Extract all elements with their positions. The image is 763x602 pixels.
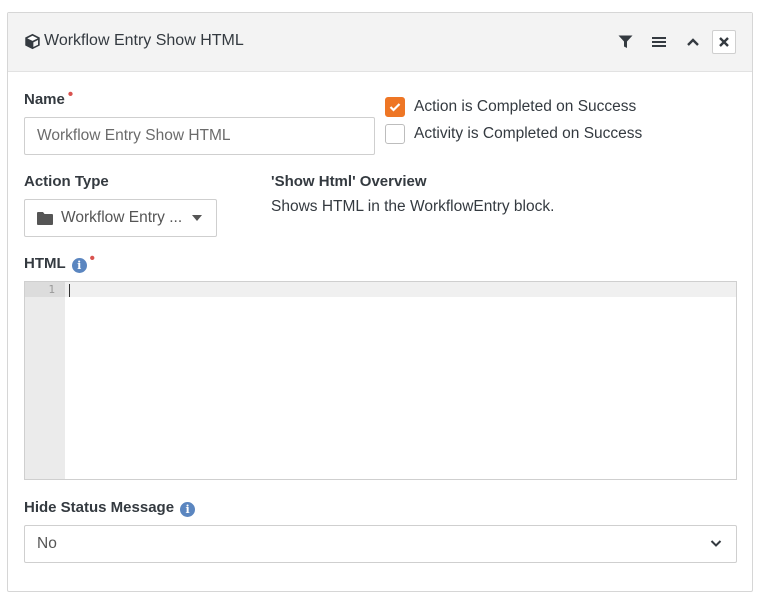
close-icon [719,37,729,47]
overview-title: 'Show Html' Overview [271,173,427,190]
info-icon[interactable]: i [180,502,196,517]
html-label-text: HTML [24,255,66,272]
action-type-dropdown[interactable]: Workflow Entry ... [24,199,217,237]
menu-icon [652,37,666,47]
workflow-action-panel: Workflow Entry Show HTML Name • Workflow… [7,12,753,592]
info-icon[interactable]: i [71,258,87,273]
line-number: 1 [48,283,55,296]
html-label: HTML i • [24,250,95,273]
hide-status-label-text: Hide Status Message [24,499,175,516]
cube-icon [25,33,40,50]
panel-header: Workflow Entry Show HTML [8,13,752,72]
action-type-value: Workflow Entry ... [61,209,183,226]
action-type-label: Action Type [24,173,109,190]
name-input[interactable]: Workflow Entry Show HTML [24,117,375,155]
required-indicator: • [89,250,95,267]
name-label-text: Name [24,91,65,108]
name-label: Name • [24,86,73,108]
active-line-highlight [25,282,736,297]
chevron-down-icon [710,540,722,547]
folder-icon [37,211,53,225]
activity-completed-checkbox-row[interactable]: Activity is Completed on Success [385,124,642,144]
caret-down-icon [192,215,203,221]
name-input-value: Workflow Entry Show HTML [37,127,231,144]
editor-gutter [25,282,65,479]
hide-status-select[interactable]: No [24,525,737,563]
collapse-button[interactable] [681,30,705,54]
close-button[interactable] [712,30,736,54]
overview-description: Shows HTML in the WorkflowEntry block. [271,198,555,215]
chevron-up-icon [687,38,699,46]
html-code-editor[interactable]: 1 [24,281,737,480]
text-cursor [69,284,70,297]
action-completed-label: Action is Completed on Success [414,98,637,115]
panel-title: Workflow Entry Show HTML [44,32,244,49]
activity-completed-checkbox[interactable] [385,124,405,144]
hide-status-value: No [37,535,57,552]
action-completed-checkbox[interactable] [385,97,405,117]
menu-button[interactable] [647,30,671,54]
hide-status-label: Hide Status Message i [24,499,196,517]
check-icon [389,103,401,112]
filter-icon [618,35,632,48]
filter-button[interactable] [613,30,637,54]
activity-completed-label: Activity is Completed on Success [414,125,643,142]
action-completed-checkbox-row[interactable]: Action is Completed on Success [385,97,636,117]
required-indicator: • [67,86,74,103]
